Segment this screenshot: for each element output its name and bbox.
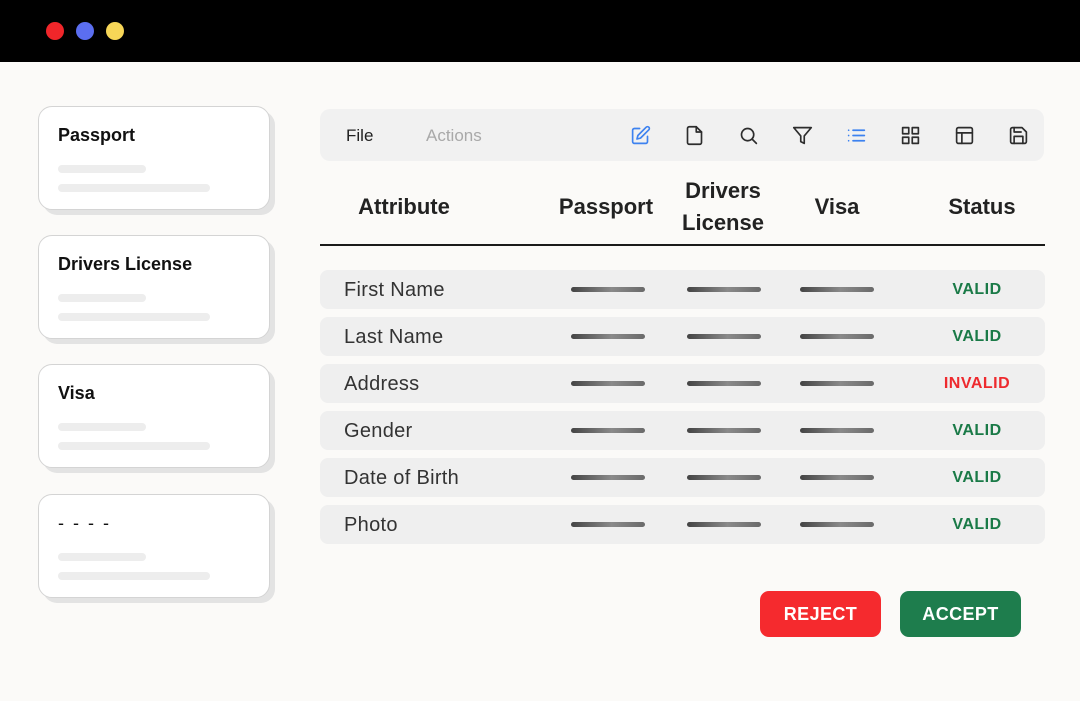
- search-icon[interactable]: [736, 123, 760, 147]
- document-card-visa[interactable]: Visa: [38, 364, 270, 468]
- card-placeholder-line: [58, 165, 146, 173]
- column-header-status: Status: [948, 194, 1016, 219]
- close-window-dot[interactable]: [46, 22, 64, 40]
- status-badge: VALID: [952, 281, 1002, 298]
- drivers-license-value-redacted: [687, 475, 761, 480]
- column-header-visa: Visa: [814, 194, 860, 219]
- filter-icon[interactable]: [790, 123, 814, 147]
- save-icon[interactable]: [1006, 123, 1030, 147]
- attribute-label: Photo: [344, 514, 398, 536]
- passport-value-redacted: [571, 334, 645, 339]
- card-title: - - - -: [58, 513, 111, 533]
- document-card-drivers-license[interactable]: Drivers License: [38, 235, 270, 339]
- card-placeholder-line: [58, 313, 210, 321]
- card-placeholder-line: [58, 572, 210, 580]
- card-placeholder-line: [58, 184, 210, 192]
- column-header-attribute: Attribute: [358, 194, 450, 219]
- attribute-label: Gender: [344, 420, 413, 442]
- attribute-label: Last Name: [344, 326, 444, 348]
- table-row[interactable]: Photo VALID: [320, 505, 1045, 544]
- grid-icon[interactable]: [898, 123, 922, 147]
- status-badge: VALID: [952, 328, 1002, 345]
- status-badge: VALID: [952, 422, 1002, 439]
- status-badge: VALID: [952, 469, 1002, 486]
- table-row[interactable]: Gender VALID: [320, 411, 1045, 450]
- toolbar: File Actions: [320, 109, 1044, 161]
- passport-value-redacted: [571, 522, 645, 527]
- menu-actions[interactable]: Actions: [426, 126, 482, 146]
- maximize-window-dot[interactable]: [106, 22, 124, 40]
- visa-value-redacted: [800, 522, 874, 527]
- status-badge: VALID: [952, 516, 1002, 533]
- document-card-passport[interactable]: Passport: [38, 106, 270, 210]
- file-icon[interactable]: [682, 123, 706, 147]
- minimize-window-dot[interactable]: [76, 22, 94, 40]
- card-placeholder-line: [58, 553, 146, 561]
- card-title: Visa: [58, 383, 95, 403]
- visa-value-redacted: [800, 334, 874, 339]
- drivers-license-value-redacted: [687, 428, 761, 433]
- layout-icon[interactable]: [952, 123, 976, 147]
- drivers-license-value-redacted: [687, 287, 761, 292]
- card-title: Drivers License: [58, 254, 193, 274]
- status-badge: INVALID: [943, 375, 1011, 392]
- column-header-drivers-license: Drivers License: [668, 175, 778, 239]
- accept-button[interactable]: ACCEPT: [900, 591, 1021, 637]
- column-header-passport: Passport: [558, 194, 654, 219]
- card-title: Passport: [58, 125, 136, 145]
- header-divider: [320, 244, 1045, 246]
- passport-value-redacted: [571, 381, 645, 386]
- drivers-license-value-redacted: [687, 381, 761, 386]
- attribute-label: Address: [344, 373, 420, 395]
- table-row[interactable]: Last Name VALID: [320, 317, 1045, 356]
- column-header-drivers-license-line: Drivers: [685, 178, 761, 203]
- edit-icon[interactable]: [628, 123, 652, 147]
- table-row[interactable]: First Name VALID: [320, 270, 1045, 309]
- drivers-license-value-redacted: [687, 334, 761, 339]
- document-card-empty[interactable]: - - - -: [38, 494, 270, 598]
- list-icon[interactable]: [844, 123, 868, 147]
- column-header-drivers-license-line: License: [682, 210, 764, 235]
- visa-value-redacted: [800, 381, 874, 386]
- passport-value-redacted: [571, 287, 645, 292]
- table-row[interactable]: Date of Birth VALID: [320, 458, 1045, 497]
- window-titlebar: [0, 0, 1080, 62]
- visa-value-redacted: [800, 287, 874, 292]
- passport-value-redacted: [571, 475, 645, 480]
- card-placeholder-line: [58, 442, 210, 450]
- reject-button[interactable]: REJECT: [760, 591, 881, 637]
- table-row[interactable]: Address INVALID: [320, 364, 1045, 403]
- card-placeholder-line: [58, 294, 146, 302]
- menu-file[interactable]: File: [346, 126, 373, 146]
- main-content: Passport Drivers License Visa - - - - Fi…: [0, 62, 1080, 701]
- drivers-license-value-redacted: [687, 522, 761, 527]
- visa-value-redacted: [800, 475, 874, 480]
- visa-value-redacted: [800, 428, 874, 433]
- attribute-label: Date of Birth: [344, 467, 460, 489]
- attribute-label: First Name: [344, 279, 445, 301]
- passport-value-redacted: [571, 428, 645, 433]
- card-placeholder-line: [58, 423, 146, 431]
